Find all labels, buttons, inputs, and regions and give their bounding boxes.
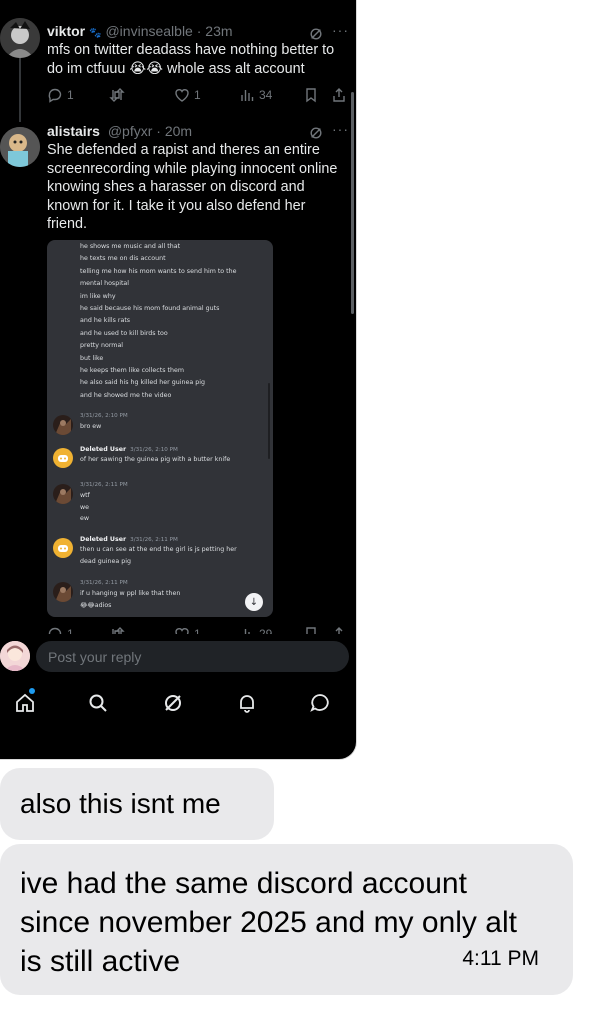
discord-line: he also said his hg killed her guinea pi… (80, 379, 205, 387)
discord-author: Deleted User (80, 536, 127, 543)
avatar (53, 484, 73, 504)
discord-screenshot-image[interactable]: he shows me music and all that he texts m… (47, 240, 273, 617)
more-options-icon[interactable]: ··· (332, 22, 349, 38)
timestamp[interactable]: 20m (165, 123, 192, 139)
views-button[interactable]: 34 (239, 85, 272, 105)
discord-timestamp: 3/31/26, 2:11 PM (80, 482, 128, 488)
repost-icon (109, 88, 125, 102)
notifications-icon[interactable] (236, 692, 258, 714)
grok-icon[interactable] (162, 692, 184, 714)
discord-message-header: 3/31/26, 2:10 PM (80, 413, 128, 419)
discord-line: pretty normal (80, 342, 124, 350)
tweet-actions: 1 1 34 (47, 85, 347, 105)
discord-line: im like why (80, 292, 116, 300)
discord-line: he said because his mom found animal gut… (80, 305, 220, 312)
discord-message-line: bro ew (80, 423, 102, 430)
more-options-icon[interactable]: ··· (332, 121, 349, 137)
discord-author: Deleted User (80, 446, 127, 453)
discord-message-line: if u hanging w ppl like that then (80, 590, 181, 597)
like-button[interactable]: 1 (174, 85, 201, 105)
thread-connector (19, 58, 21, 122)
avatar (53, 415, 73, 435)
like-count: 1 (194, 88, 201, 102)
discord-message-line: ew (80, 515, 90, 522)
grok-icon[interactable] (309, 27, 323, 41)
discord-message-line: of her sawing the guinea pig with a butt… (80, 456, 231, 463)
message-bubble[interactable]: ive had the same discord account since n… (0, 844, 573, 995)
discord-line: and he used to kill birds too (80, 329, 168, 337)
avatar[interactable] (0, 18, 40, 58)
discord-timestamp: 3/31/26, 2:11 PM (130, 537, 178, 543)
display-name[interactable]: viktor (47, 23, 85, 39)
discord-message-header: 3/31/26, 2:11 PM (80, 580, 128, 586)
bookmark-icon (306, 88, 316, 103)
share-button[interactable] (331, 85, 347, 105)
discord-line: and he showed me the video (80, 391, 172, 399)
handle[interactable]: @invinsealble (105, 23, 192, 39)
twitter-screenshot: viktor 🐾 @invinsealble · 23m ··· mfs on t… (0, 0, 357, 760)
discord-line: he texts me on dis account (80, 255, 166, 263)
tweet-header: alistairs @pfyxr · 20m (47, 123, 193, 139)
discord-line: he keeps them like collects them (80, 367, 184, 374)
discord-line: he shows me music and all that (80, 243, 181, 250)
bottom-navigation (0, 680, 356, 726)
discord-line: mental hospital (80, 280, 130, 288)
discord-line: telling me how his mom wants to send him… (80, 267, 237, 275)
views-icon (241, 90, 254, 101)
repost-button[interactable] (109, 85, 129, 105)
reply-icon (48, 88, 62, 103)
discord-message-line: then u can see at the end the girl is js… (80, 546, 237, 553)
discord-message-line: wtf (80, 492, 90, 499)
reply-input[interactable]: Post your reply (36, 641, 349, 672)
reply-button[interactable]: 1 (47, 85, 74, 105)
grok-icon[interactable] (309, 126, 323, 140)
discord-message-line: dead guinea pig (80, 557, 131, 565)
timestamp[interactable]: 23m (205, 23, 232, 39)
search-icon[interactable] (87, 692, 109, 714)
discord-timestamp: 3/31/26, 2:10 PM (130, 447, 178, 453)
discord-message-line: we (80, 503, 90, 511)
avatar (53, 448, 73, 468)
discord-message-line: 😂😂adios (80, 601, 112, 609)
message-bubble[interactable]: also this isnt me (0, 768, 274, 840)
discord-timestamp: 3/31/26, 2:11 PM (80, 580, 128, 586)
avatar[interactable] (0, 127, 40, 167)
reply-placeholder: Post your reply (48, 649, 142, 665)
tweet-text: She defended a rapist and theres an enti… (47, 142, 338, 232)
heart-icon (175, 89, 189, 102)
name-emoji: 🐾 (89, 28, 102, 39)
avatar (53, 582, 73, 602)
handle[interactable]: @pfyxr (108, 123, 153, 139)
tweet-text: mfs on twitter deadass have nothing bett… (47, 42, 335, 77)
tweet-header: viktor 🐾 @invinsealble · 23m (47, 23, 233, 39)
message-timestamp: 4:11 PM (462, 947, 539, 970)
messages-icon[interactable] (309, 692, 331, 714)
discord-line: but like (80, 354, 104, 362)
reply-count: 1 (67, 88, 74, 102)
jump-down-icon: ↓ (245, 593, 263, 611)
discord-message-header: Deleted User 3/31/26, 2:11 PM (80, 536, 178, 543)
avatar (53, 538, 73, 558)
discord-scrollbar (268, 383, 270, 459)
share-icon (333, 88, 345, 102)
avatar[interactable] (0, 641, 30, 671)
views-count: 34 (259, 88, 273, 102)
bookmark-button[interactable] (303, 85, 319, 105)
message-text: also this isnt me (20, 788, 221, 819)
discord-timestamp: 3/31/26, 2:10 PM (80, 413, 128, 419)
display-name[interactable]: alistairs (47, 123, 100, 139)
discord-message-header: 3/31/26, 2:11 PM (80, 482, 128, 488)
home-icon[interactable] (14, 692, 36, 714)
page-scrollbar[interactable] (351, 92, 354, 314)
discord-message-header: Deleted User 3/31/26, 2:10 PM (80, 446, 178, 453)
discord-line: and he kills rats (80, 317, 131, 325)
